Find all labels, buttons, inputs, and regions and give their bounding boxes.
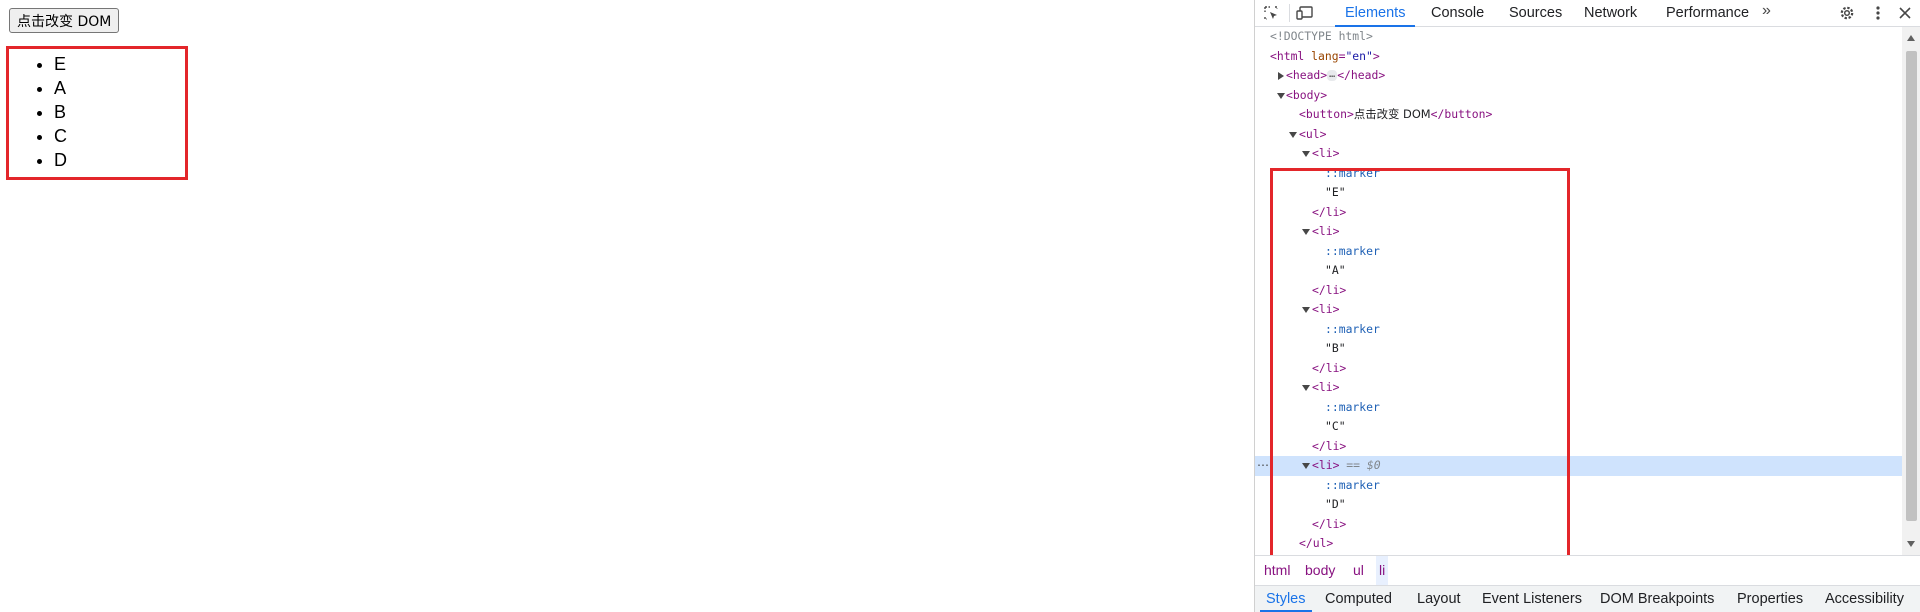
scroll-up-icon[interactable]	[1907, 35, 1915, 41]
dom-annotation-box	[1270, 168, 1570, 555]
devtools-toolbar: Elements Console Sources Network Perform…	[1255, 0, 1920, 27]
tab-event-listeners[interactable]: Event Listeners	[1482, 586, 1582, 612]
list-item: B	[54, 100, 67, 124]
tab-dom-breakpoints[interactable]: DOM Breakpoints	[1600, 586, 1714, 612]
toolbar-separator	[1289, 4, 1290, 22]
breadcrumb-body[interactable]: body	[1302, 556, 1338, 585]
more-tabs-icon[interactable]: »	[1762, 2, 1771, 20]
tab-properties[interactable]: Properties	[1737, 586, 1803, 612]
button-open-tag: <button>	[1299, 107, 1354, 121]
dom-node-body[interactable]: <body>	[1255, 86, 1902, 106]
dom-node-li[interactable]: <li>	[1255, 144, 1902, 164]
breadcrumb: html body ul li	[1255, 555, 1920, 585]
styles-pane-tabs: Styles Computed Layout Event Listeners D…	[1255, 585, 1920, 612]
collapse-triangle-icon[interactable]	[1277, 92, 1285, 99]
breadcrumb-html[interactable]: html	[1261, 556, 1293, 585]
list-item: E	[54, 52, 67, 76]
html-attr-name: lang	[1311, 48, 1339, 63]
dom-node-ul[interactable]: <ul>	[1255, 125, 1902, 145]
dom-node-button[interactable]: <button>点击改变 DOM</button>	[1255, 105, 1902, 125]
gear-icon[interactable]	[1838, 4, 1856, 22]
html-open-close: >	[1372, 48, 1380, 63]
head-close-tag: </head>	[1337, 68, 1386, 82]
ul-open-tag: <ul>	[1299, 126, 1327, 141]
dom-tree[interactable]: <!DOCTYPE html> <html lang="en"> <head>……	[1255, 27, 1902, 555]
breadcrumb-li[interactable]: li	[1376, 556, 1389, 585]
node-actions-icon[interactable]: ⋯	[1257, 456, 1269, 476]
tab-console[interactable]: Console	[1431, 0, 1484, 27]
kebab-menu-icon[interactable]	[1869, 4, 1887, 22]
collapsed-ellipsis-icon[interactable]: …	[1327, 70, 1338, 81]
page-content: 点击改变 DOM E A B C D	[0, 0, 1254, 612]
tab-network[interactable]: Network	[1584, 0, 1637, 27]
close-icon[interactable]	[1896, 4, 1914, 22]
tab-elements[interactable]: Elements	[1334, 0, 1416, 27]
dom-tree-scrollbar[interactable]	[1902, 27, 1920, 555]
tab-layout[interactable]: Layout	[1417, 586, 1461, 612]
button-text-node: 点击改变 DOM	[1353, 107, 1431, 121]
tab-accessibility[interactable]: Accessibility	[1825, 586, 1904, 612]
html-attr-value: "en"	[1345, 48, 1373, 63]
scrollbar-thumb[interactable]	[1906, 51, 1917, 521]
tab-computed[interactable]: Computed	[1325, 586, 1392, 612]
letter-list: E A B C D	[34, 52, 67, 172]
device-toolbar-icon[interactable]	[1296, 4, 1314, 22]
tab-performance[interactable]: Performance	[1666, 0, 1749, 27]
collapse-triangle-icon[interactable]	[1302, 151, 1310, 157]
dom-node-html[interactable]: <html lang="en">	[1255, 47, 1902, 67]
devtools-panel: Elements Console Sources Network Perform…	[1254, 0, 1920, 612]
li-open-tag: <li>	[1312, 146, 1340, 160]
list-item: D	[54, 148, 67, 172]
scroll-down-icon[interactable]	[1907, 541, 1915, 547]
doctype-text: <!DOCTYPE html>	[1270, 29, 1373, 43]
breadcrumb-ul[interactable]: ul	[1350, 556, 1367, 585]
button-close-tag: </button>	[1430, 107, 1493, 121]
head-open-tag: <head>	[1286, 68, 1328, 82]
body-open-tag: <body>	[1286, 87, 1328, 102]
html-open-tag: <html	[1270, 48, 1305, 63]
tab-sources[interactable]: Sources	[1509, 0, 1562, 27]
inspect-element-icon[interactable]	[1262, 4, 1280, 22]
list-item: C	[54, 124, 67, 148]
expand-triangle-icon[interactable]	[1278, 72, 1284, 80]
dom-node-doctype[interactable]: <!DOCTYPE html>	[1255, 27, 1902, 47]
change-dom-button[interactable]: 点击改变 DOM	[9, 8, 120, 33]
list-item: A	[54, 76, 67, 100]
tab-styles[interactable]: Styles	[1260, 586, 1311, 612]
collapse-triangle-icon[interactable]	[1289, 131, 1297, 138]
dom-node-head[interactable]: <head>… </head>	[1255, 66, 1902, 86]
